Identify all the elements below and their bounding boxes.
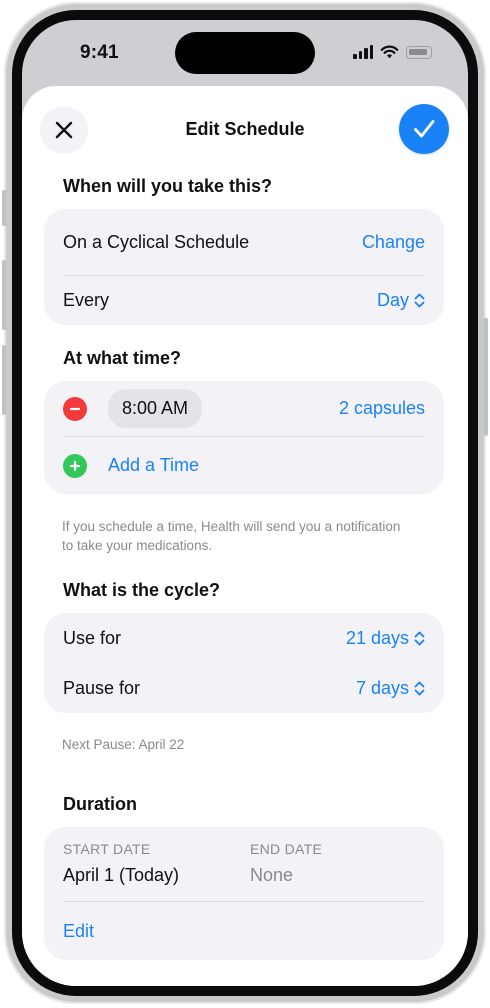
edit-schedule-sheet: Edit Schedule When will you take this? O… [22, 86, 468, 986]
end-date-label: END DATE [250, 841, 323, 857]
minus-icon [69, 407, 81, 410]
status-time: 9:41 [80, 42, 119, 63]
battery-icon [406, 45, 432, 59]
use-for-value: 21 days [345, 627, 409, 648]
pause-for-label: Pause for [63, 677, 141, 698]
chevron-up-down-icon [414, 631, 425, 645]
time-picker[interactable]: 8:00 AM [108, 389, 203, 428]
cellular-signal-icon [353, 45, 373, 59]
section-title-time: At what time? [63, 348, 182, 368]
every-label: Every [63, 290, 110, 310]
sheet-header: Edit Schedule [22, 86, 468, 168]
every-value: Day [376, 290, 409, 310]
chevron-up-down-icon [414, 293, 425, 308]
section-title-duration: Duration [63, 794, 137, 814]
side-button-left-top [2, 190, 6, 226]
remove-time-button[interactable] [63, 396, 87, 421]
status-bar: 9:41 [22, 20, 468, 86]
schedule-row[interactable]: On a Cyclical Schedule Change [63, 209, 425, 275]
status-icons [353, 45, 432, 59]
add-icon [63, 453, 87, 478]
wifi-icon [380, 45, 399, 59]
use-for-row[interactable]: Use for 21 days [63, 613, 425, 663]
edit-duration-button[interactable]: Edit [63, 921, 94, 942]
chevron-up-down-icon [414, 681, 425, 695]
side-button-left-low [2, 345, 6, 415]
pause-for-select[interactable]: 7 days [356, 678, 425, 699]
time-row: 8:00 AM 2 capsules [63, 381, 425, 436]
side-button-right [484, 318, 488, 436]
end-date-value: None [250, 865, 294, 885]
end-date-column: END DATE None [250, 841, 322, 886]
done-button[interactable] [399, 104, 449, 154]
section-title-when: When will you take this? [63, 176, 273, 196]
schedule-card: On a Cyclical Schedule Change Every Day [44, 209, 444, 325]
add-time-row[interactable]: Add a Time [63, 437, 425, 494]
schedule-type-label: On a Cyclical Schedule [63, 231, 250, 252]
dynamic-island [175, 32, 315, 74]
checkmark-icon [414, 120, 435, 138]
time-card: 8:00 AM 2 capsules Add a Time [44, 381, 444, 494]
add-time-button[interactable]: Add a Time [108, 455, 199, 476]
use-for-label: Use for [63, 627, 122, 648]
side-button-left-mid [2, 260, 6, 330]
start-date-value: April 1 (Today) [63, 865, 180, 885]
edit-duration-row: Edit [63, 902, 425, 960]
pause-for-row[interactable]: Pause for 7 days [63, 663, 425, 713]
screen: 9:41 Edit Schedule When will you take th… [22, 20, 468, 986]
change-button[interactable]: Change [362, 232, 425, 253]
every-select[interactable]: Day [377, 290, 425, 311]
every-row[interactable]: Every Day [63, 276, 425, 325]
use-for-select[interactable]: 21 days [346, 628, 425, 649]
start-date-column: START DATE April 1 (Today) [63, 841, 179, 886]
next-pause-footnote: Next Pause: April 22 [62, 737, 185, 752]
start-date-label: START DATE [63, 841, 151, 857]
pause-for-value: 7 days [355, 677, 409, 698]
dose-button[interactable]: 2 capsules [339, 398, 425, 419]
section-title-cycle: What is the cycle? [63, 580, 221, 600]
duration-card: START DATE April 1 (Today) END DATE None… [44, 827, 444, 960]
notification-footnote: If you schedule a time, Health will send… [62, 519, 401, 553]
cycle-card: Use for 21 days Pause for 7 days [44, 613, 444, 713]
